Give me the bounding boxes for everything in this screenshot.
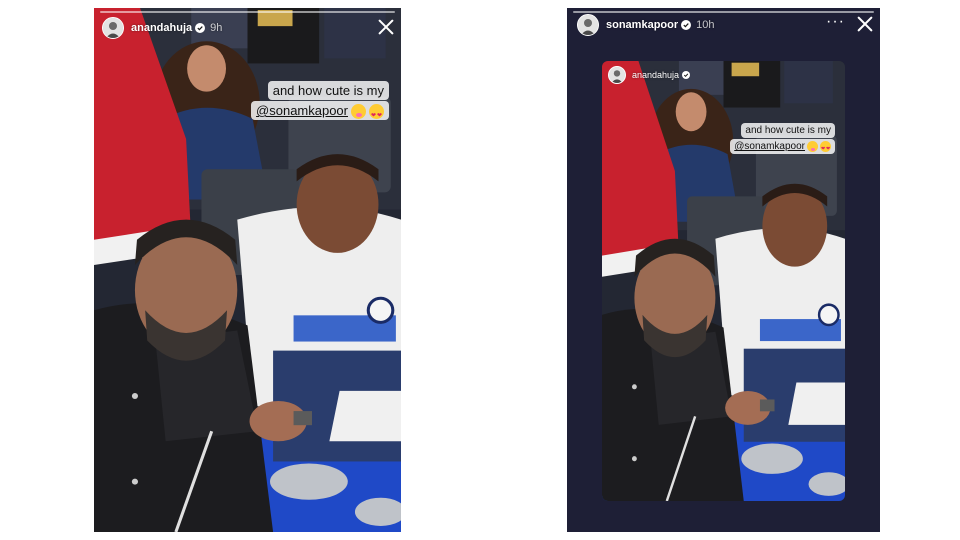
- smiling-face-with-hearts-emoji: [807, 140, 818, 152]
- timestamp: 9h: [210, 22, 223, 34]
- timestamp: 10h: [696, 19, 715, 31]
- story-header: sonamkapoor 10h: [577, 14, 715, 36]
- username[interactable]: anandahuja: [632, 70, 679, 80]
- caption-sticker: and how cute is my @sonamkapoor: [730, 123, 835, 156]
- avatar[interactable]: [102, 17, 124, 39]
- smiling-face-with-hearts-emoji: [351, 104, 366, 120]
- close-icon[interactable]: [378, 19, 394, 35]
- verified-badge-icon: [682, 71, 690, 79]
- caption-line: and how cute is my: [741, 123, 835, 138]
- caption-mention-line: @sonamkapoor: [251, 101, 389, 124]
- shared-post-header: anandahuja: [608, 66, 690, 84]
- avatar: [608, 66, 626, 84]
- caption-line: and how cute is my: [267, 81, 389, 100]
- heart-eyes-emoji: [820, 140, 831, 156]
- username[interactable]: sonamkapoor: [606, 19, 678, 31]
- more-options-icon[interactable]: ···: [826, 14, 845, 30]
- close-icon[interactable]: [857, 16, 873, 32]
- username[interactable]: anandahuja: [131, 22, 192, 34]
- caption-sticker: and how cute is my @sonamkapoor: [251, 81, 389, 124]
- verified-badge-icon: [195, 23, 205, 33]
- mention-link[interactable]: @sonamkapoor: [734, 141, 805, 152]
- right-story[interactable]: sonamkapoor 10h ··· anandahuja and how c…: [567, 8, 880, 532]
- caption-mention-line: @sonamkapoor: [730, 139, 835, 156]
- verified-badge-icon: [681, 20, 691, 30]
- story-progress-bar: [100, 11, 395, 13]
- left-story[interactable]: anandahuja 9h and how cute is my @sonamk…: [94, 8, 401, 532]
- shared-post-photo[interactable]: anandahuja and how cute is my @sonamkapo…: [602, 61, 845, 501]
- heart-eyes-emoji: [369, 104, 384, 124]
- avatar[interactable]: [577, 14, 599, 36]
- mention-link[interactable]: @sonamkapoor: [256, 103, 348, 118]
- story-header: anandahuja 9h: [102, 17, 222, 39]
